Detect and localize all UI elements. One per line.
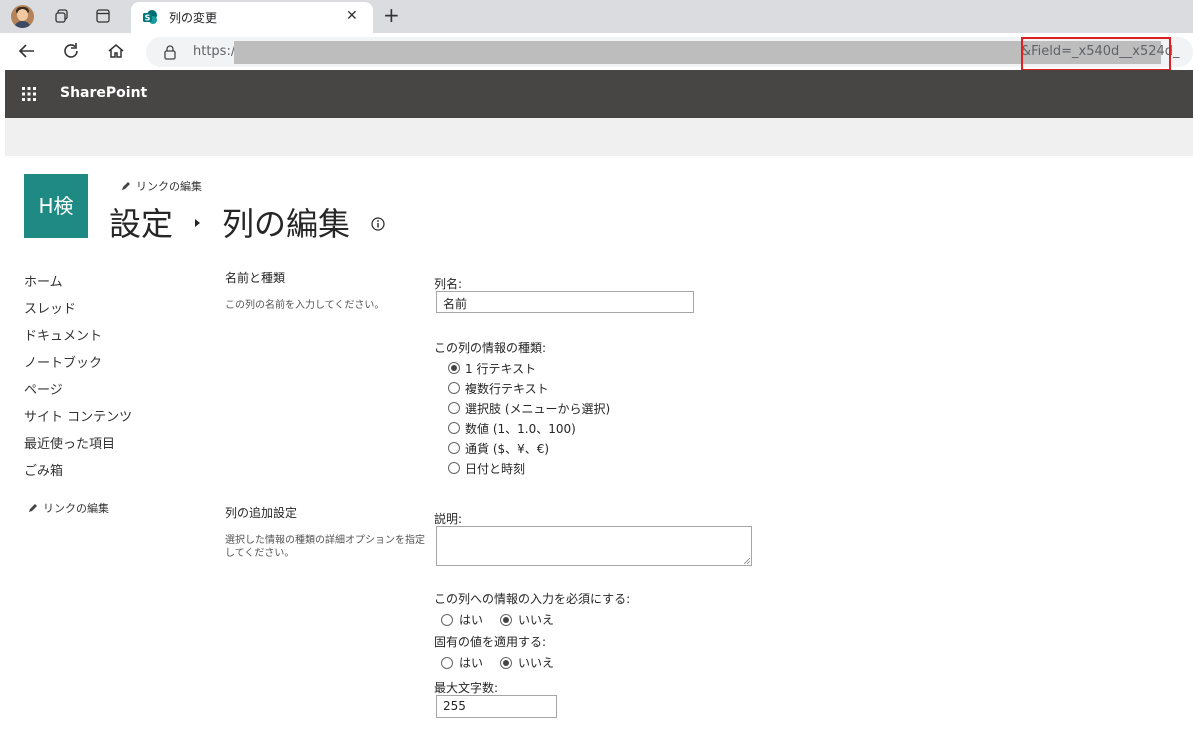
type-option-label: 数値 (1、1.0、100): [465, 421, 576, 436]
max-chars-label: 最大文字数:: [434, 681, 499, 695]
description-textarea[interactable]: [436, 526, 752, 566]
required-label: この列への情報の入力を必須にする:: [434, 592, 631, 606]
back-icon[interactable]: [18, 42, 36, 60]
site-logo[interactable]: H検: [24, 174, 88, 238]
url-scheme: https://: [193, 44, 240, 59]
required-no[interactable]: いいえ: [500, 611, 554, 628]
edit-links-label: リンクの編集: [136, 180, 202, 193]
workspaces-icon[interactable]: [54, 8, 70, 24]
tab-active[interactable]: S 列の変更 ✕: [131, 2, 373, 33]
column-name-label: 列名:: [434, 277, 463, 291]
tab-close-icon[interactable]: ✕: [346, 8, 358, 24]
type-option-label: 1 行テキスト: [465, 361, 537, 376]
address-bar: https:// &Field=_x540d__x524d_: [0, 33, 1193, 71]
nav-item-notebook[interactable]: ノートブック: [24, 352, 132, 379]
type-option-label: 日付と時刻: [465, 461, 526, 476]
radio-selected[interactable]: [500, 613, 513, 626]
info-icon[interactable]: [371, 217, 385, 231]
nav-item-documents[interactable]: ドキュメント: [24, 325, 132, 352]
radio[interactable]: [448, 422, 460, 434]
unique-yes[interactable]: はい: [441, 654, 483, 671]
suite-bar: SharePoint: [5, 70, 1193, 118]
edit-links-label: リンクの編集: [43, 502, 109, 515]
max-chars-input[interactable]: 255: [436, 695, 557, 718]
section-name-type-desc: この列の名前を入力してください。: [225, 300, 385, 311]
nav-item-recent[interactable]: 最近使った項目: [24, 433, 132, 460]
unique-no[interactable]: いいえ: [500, 654, 554, 671]
type-option-multi-line[interactable]: 複数行テキスト: [448, 379, 549, 397]
section-additional-desc: 選択した情報の種類の詳細オプションを指定してください。: [225, 535, 425, 559]
radio-selected[interactable]: [448, 362, 460, 374]
app-launcher-icon[interactable]: [21, 86, 37, 102]
reload-icon[interactable]: [62, 42, 80, 60]
radio[interactable]: [448, 402, 460, 414]
ribbon-strip: [5, 118, 1193, 156]
type-option-label: 複数行テキスト: [465, 381, 549, 396]
resize-grip-icon[interactable]: [744, 558, 750, 564]
required-yes[interactable]: はい: [441, 611, 483, 628]
type-option-datetime[interactable]: 日付と時刻: [448, 459, 525, 477]
column-name-input[interactable]: 名前: [436, 291, 694, 313]
nav-item-recycle-bin[interactable]: ごみ箱: [24, 460, 132, 487]
nav-item-threads[interactable]: スレッド: [24, 298, 132, 325]
type-option-choice[interactable]: 選択肢 (メニューから選択): [448, 399, 610, 417]
no-label: いいえ: [518, 656, 555, 670]
nav-item-home[interactable]: ホーム: [24, 271, 132, 298]
svg-text:S: S: [145, 14, 151, 23]
type-option-number[interactable]: 数値 (1、1.0、100): [448, 419, 576, 437]
pencil-icon: [29, 504, 37, 512]
section-name-type-title: 名前と種類: [225, 271, 286, 285]
radio[interactable]: [448, 462, 460, 474]
required-options: はい いいえ: [441, 611, 571, 628]
profile-avatar[interactable]: [11, 5, 34, 28]
radio[interactable]: [448, 442, 460, 454]
lock-icon[interactable]: [163, 45, 177, 60]
pencil-icon: [122, 182, 130, 190]
type-option-label: 通貨 ($、¥、€): [465, 441, 550, 456]
yes-label: はい: [459, 656, 484, 670]
home-icon[interactable]: [107, 42, 125, 60]
browser-tab-bar: S 列の変更 ✕ +: [0, 0, 1193, 33]
url-field[interactable]: https:// &Field=_x540d__x524d_: [146, 37, 1193, 71]
no-label: いいえ: [518, 613, 555, 627]
radio[interactable]: [441, 656, 453, 669]
radio[interactable]: [441, 613, 453, 626]
sharepoint-logo-icon: S: [143, 10, 157, 24]
new-tab-button[interactable]: +: [383, 3, 400, 27]
edit-links-left[interactable]: リンクの編集: [27, 500, 109, 516]
breadcrumb-arrow-icon: [195, 219, 200, 227]
type-option-single-line[interactable]: 1 行テキスト: [448, 359, 536, 377]
breadcrumb-settings[interactable]: 設定: [109, 199, 173, 245]
page-title: 列の編集: [222, 205, 351, 243]
left-nav: ホーム スレッド ドキュメント ノートブック ページ サイト コンテンツ 最近使…: [24, 271, 132, 487]
suite-brand[interactable]: SharePoint: [60, 85, 147, 101]
tab-actions-icon[interactable]: [95, 8, 111, 24]
type-option-label: 選択肢 (メニューから選択): [465, 401, 611, 416]
yes-label: はい: [459, 613, 484, 627]
url-highlight-box: [1021, 37, 1171, 71]
tab-title: 列の変更: [169, 11, 218, 25]
type-option-currency[interactable]: 通貨 ($、¥、€): [448, 439, 549, 457]
nav-item-site-contents[interactable]: サイト コンテンツ: [24, 406, 132, 433]
unique-options: はい いいえ: [441, 654, 571, 671]
nav-item-pages[interactable]: ページ: [24, 379, 132, 406]
unique-label: 固有の値を適用する:: [434, 635, 547, 649]
radio[interactable]: [448, 382, 460, 394]
radio-selected[interactable]: [500, 656, 513, 669]
edit-links-top[interactable]: リンクの編集: [120, 178, 202, 194]
section-additional-title: 列の追加設定: [225, 506, 298, 520]
type-label: この列の情報の種類:: [434, 341, 547, 355]
description-label: 説明:: [434, 512, 463, 526]
